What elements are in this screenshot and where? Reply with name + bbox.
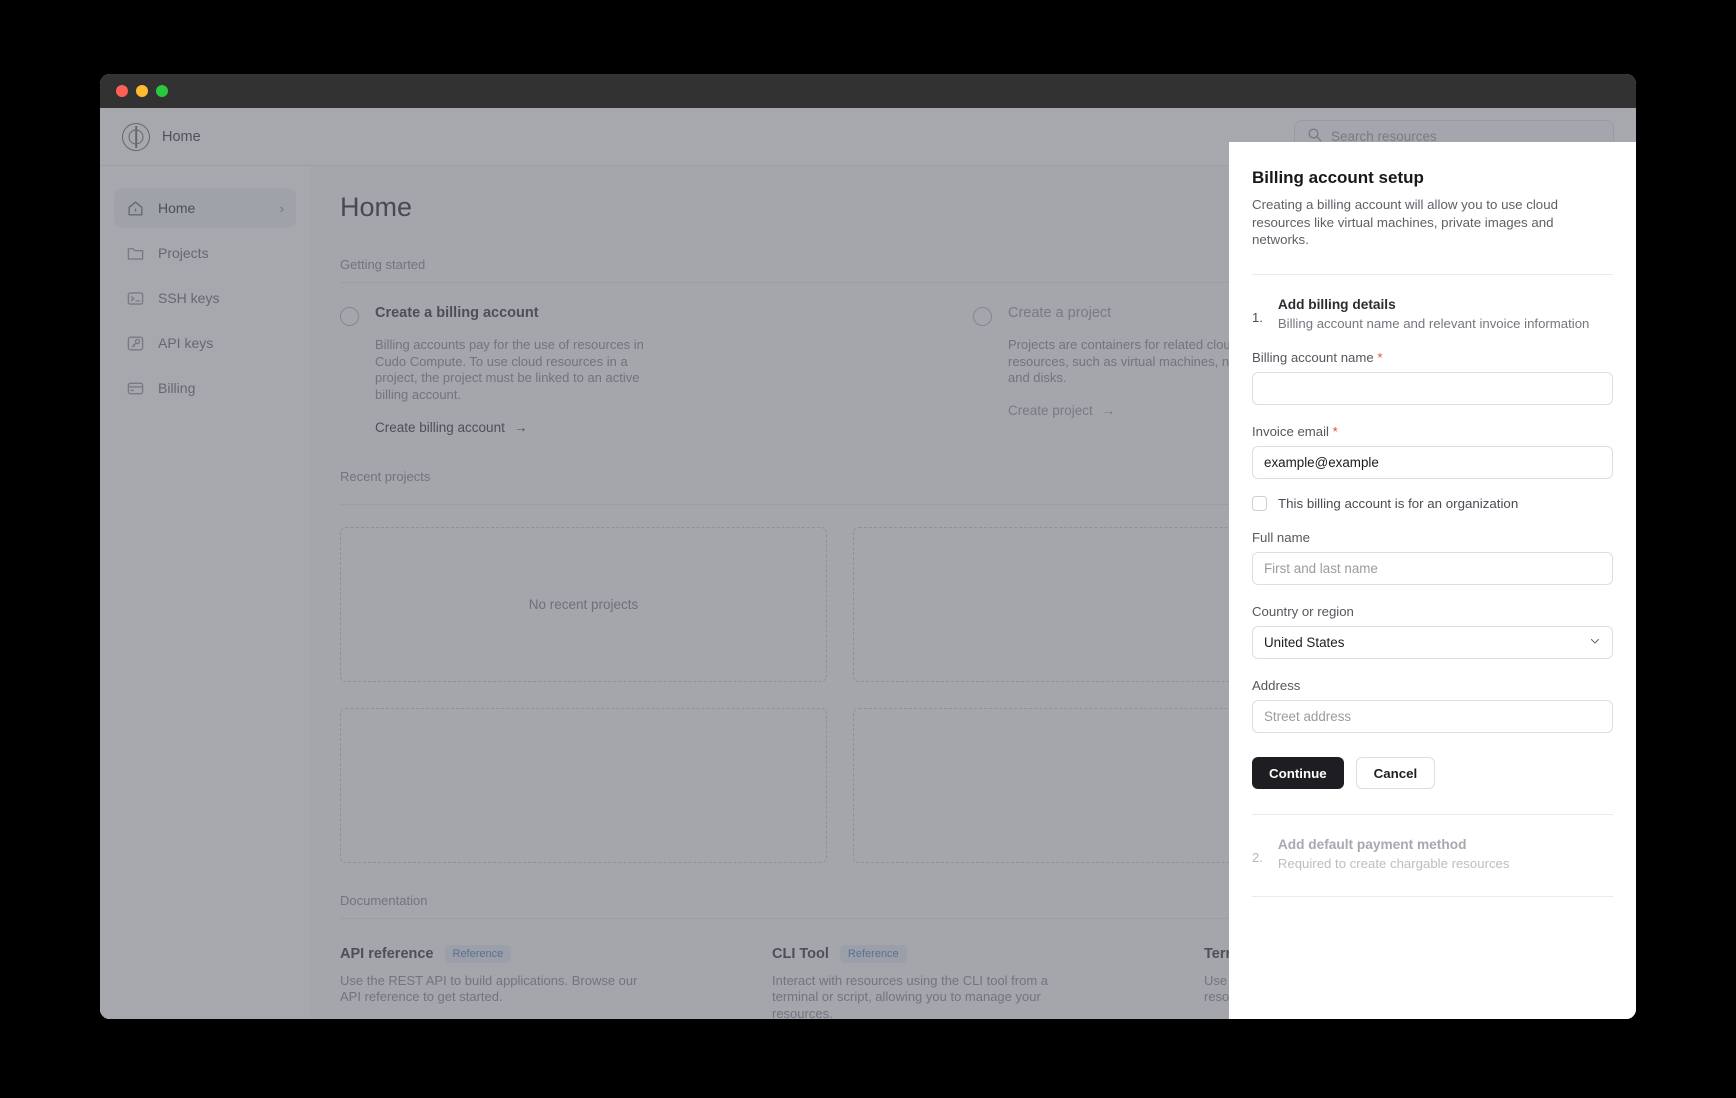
app-body: Home Search resources Home › Projects SS… (100, 108, 1636, 1019)
step-circle-icon (973, 307, 992, 326)
step-1: 1. Add billing details Billing account n… (1252, 297, 1613, 331)
input-placeholder: Street address (1264, 709, 1352, 725)
chevron-down-icon (1589, 635, 1601, 650)
link-label: Create billing account (375, 419, 505, 435)
sidebar-item-label: Billing (158, 380, 196, 396)
label-text: Invoice email (1252, 424, 1329, 440)
recent-projects-column: Recent projects View all No recent proje… (340, 469, 1340, 863)
required-marker: * (1377, 350, 1383, 366)
sidebar-item-label: Projects (158, 245, 209, 261)
doc-body: Interact with resources using the CLI to… (772, 972, 1049, 1020)
status-badge: Reference (839, 944, 907, 963)
project-placeholder-tile (340, 707, 827, 863)
doc-card-api-reference[interactable]: API reference Reference Use the REST API… (340, 944, 742, 1020)
select-value: United States (1264, 635, 1345, 651)
screen: Home Search resources Home › Projects SS… (0, 0, 1736, 1098)
step-description: Required to create chargable resources (1277, 856, 1510, 872)
country-select[interactable]: United States (1252, 626, 1613, 660)
sidebar-item-projects[interactable]: Projects (114, 233, 296, 273)
field-label: Full name (1252, 530, 1310, 546)
getting-started-card: Create a billing account Billing account… (340, 305, 973, 435)
terminal-icon (126, 289, 145, 308)
step-circle-icon (340, 307, 359, 326)
window-titlebar (100, 74, 1636, 108)
field-country-or-region: Country or region United States (1252, 604, 1613, 660)
card-body: Billing accounts pay for the use of reso… (375, 337, 644, 402)
cudo-logo-icon (122, 122, 150, 151)
sidebar-item-label: API keys (158, 335, 214, 351)
arrow-right-icon: → (1101, 402, 1116, 418)
sidebar-item-billing[interactable]: Billing (114, 368, 296, 408)
home-icon (126, 199, 145, 218)
doc-title: API reference (340, 945, 434, 962)
sidebar-item-label: SSH keys (158, 290, 220, 306)
field-address: Address Street address (1252, 678, 1613, 734)
brand-label: Home (162, 128, 201, 145)
app-window: Home Search resources Home › Projects SS… (100, 74, 1636, 1019)
divider (340, 503, 1340, 505)
sidebar-item-home[interactable]: Home › (114, 188, 296, 228)
sidebar-item-label: Home (158, 200, 196, 216)
create-billing-account-link[interactable]: Create billing account → (375, 420, 945, 435)
required-marker: * (1332, 424, 1338, 440)
billing-account-setup-panel: Billing account setup Creating a billing… (1229, 142, 1636, 1019)
link-label: Create project (1008, 402, 1093, 418)
organization-checkbox-row[interactable]: This billing account is for an organizat… (1252, 496, 1613, 512)
input-placeholder: First and last name (1264, 561, 1378, 577)
divider (1252, 896, 1613, 898)
step-title: Add default payment method (1277, 837, 1467, 853)
billing-account-name-input[interactable] (1252, 372, 1613, 406)
sidebar-item-api-keys[interactable]: API keys (114, 323, 296, 363)
maximize-window-button[interactable] (156, 85, 168, 97)
field-billing-account-name: Billing account name * (1252, 350, 1613, 406)
doc-title: CLI Tool (772, 945, 829, 962)
recent-projects-label: Recent projects (340, 468, 431, 484)
card-title: Create a project (1008, 305, 1112, 321)
organization-checkbox-label: This billing account is for an organizat… (1278, 496, 1519, 512)
step-number: 2. (1252, 850, 1263, 866)
step-2: 2. Add default payment method Required t… (1252, 837, 1613, 871)
panel-subtitle: Creating a billing account will allow yo… (1252, 197, 1558, 248)
sidebar: Home › Projects SSH keys API keys Billin… (100, 166, 310, 1019)
field-full-name: Full name First and last name (1252, 530, 1613, 586)
panel-title: Billing account setup (1252, 168, 1424, 187)
panel-actions: Continue Cancel (1252, 757, 1613, 790)
status-badge: Reference (444, 944, 512, 963)
field-label: Country or region (1252, 604, 1354, 620)
field-label: Billing account name * (1252, 350, 1613, 365)
continue-button[interactable]: Continue (1252, 757, 1344, 790)
doc-card-cli-tool[interactable]: CLI Tool Reference Interact with resourc… (772, 944, 1174, 1020)
invoice-email-input[interactable]: example@example (1252, 446, 1613, 480)
address-input[interactable]: Street address (1252, 700, 1613, 734)
step-number: 1. (1252, 310, 1263, 326)
input-value: example@example (1264, 455, 1379, 471)
sidebar-item-ssh-keys[interactable]: SSH keys (114, 278, 296, 318)
step-title: Add billing details (1277, 297, 1396, 313)
credit-card-icon (126, 379, 145, 398)
label-text: Billing account name (1252, 350, 1374, 366)
close-window-button[interactable] (116, 85, 128, 97)
key-icon (126, 334, 145, 353)
projects-grid: No recent projects (340, 526, 1340, 863)
divider (1252, 274, 1613, 276)
organization-checkbox[interactable] (1252, 496, 1267, 512)
doc-body: Use the REST API to build applications. … (340, 972, 638, 1005)
field-invoice-email: Invoice email * example@example (1252, 424, 1613, 480)
field-label: Address (1252, 678, 1301, 694)
field-label: Invoice email * (1252, 424, 1613, 439)
step-description: Billing account name and relevant invoic… (1277, 316, 1590, 332)
minimize-window-button[interactable] (136, 85, 148, 97)
arrow-right-icon: → (513, 419, 528, 435)
divider (1252, 814, 1613, 816)
no-recent-projects-tile: No recent projects (340, 526, 827, 682)
full-name-input[interactable]: First and last name (1252, 552, 1613, 586)
chevron-right-icon: › (279, 200, 284, 216)
cancel-button[interactable]: Cancel (1355, 757, 1436, 790)
brand[interactable]: Home (122, 122, 201, 151)
folder-icon (126, 244, 145, 263)
card-title: Create a billing account (375, 305, 539, 321)
